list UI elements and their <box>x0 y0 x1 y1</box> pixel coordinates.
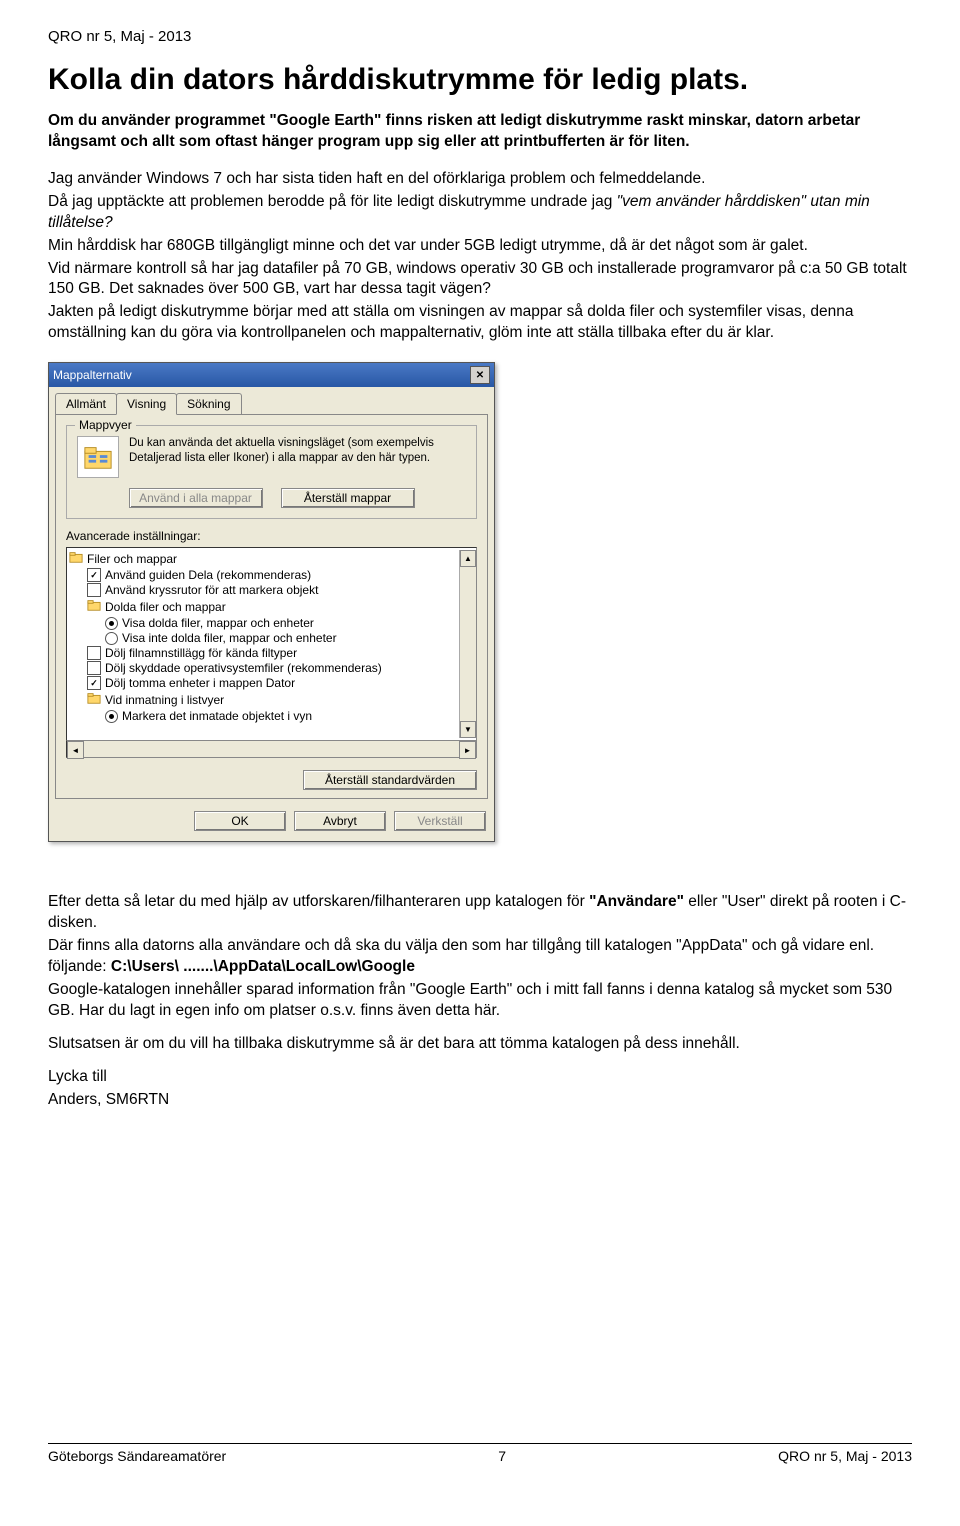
checkbox[interactable] <box>87 676 101 690</box>
lead-paragraph: Om du använder programmet "Google Earth"… <box>48 111 912 153</box>
folder-view-text: Du kan använda det aktuella visningsläge… <box>129 436 466 466</box>
tab-general[interactable]: Allmänt <box>55 393 117 414</box>
checkbox[interactable] <box>87 568 101 582</box>
list-item[interactable]: Använd kryssrutor för att markera objekt <box>69 583 459 598</box>
para-5: Jakten på ledigt diskutrymme börjar med … <box>48 302 912 344</box>
close-icon[interactable]: ✕ <box>470 366 490 384</box>
folder-icon <box>87 598 101 615</box>
lower-para-2: Där finns alla datorns alla användare oc… <box>48 936 912 978</box>
radio[interactable] <box>105 710 118 723</box>
scroll-right-icon[interactable]: ► <box>459 741 476 759</box>
checkbox[interactable] <box>87 583 101 597</box>
list-item-label: Dölj skyddade operativsystemfiler (rekom… <box>105 661 382 675</box>
restore-defaults-button[interactable]: Återställ standardvärden <box>303 770 477 790</box>
scroll-left-icon[interactable]: ◄ <box>67 741 84 759</box>
para-3: Min hårddisk har 680GB tillgängligt minn… <box>48 236 912 257</box>
list-item-label: Använd kryssrutor för att markera objekt <box>105 583 318 597</box>
folder-icon <box>87 691 101 708</box>
lower-para-4: Slutsatsen är om du vill ha tillbaka dis… <box>48 1034 912 1055</box>
checkbox[interactable] <box>87 661 101 675</box>
reset-folders-button[interactable]: Återställ mappar <box>281 488 415 508</box>
list-item[interactable]: Dolda filer och mappar <box>69 598 459 616</box>
list-item-label: Dolda filer och mappar <box>105 600 226 614</box>
tab-search[interactable]: Sökning <box>176 393 241 414</box>
dialog-titlebar: Mappalternativ ✕ <box>49 363 494 387</box>
appdata-path: C:\Users\ .......\AppData\LocalLow\Googl… <box>111 958 415 975</box>
folder-icon <box>69 550 83 567</box>
dialog-title: Mappalternativ <box>53 368 132 382</box>
apply-all-folders-button[interactable]: Använd i alla mappar <box>129 488 263 508</box>
checkbox[interactable] <box>87 646 101 660</box>
folder-options-dialog: Mappalternativ ✕ Allmänt Visning Sökning… <box>48 362 495 842</box>
tab-pane-view: Mappvyer Du kan använda det aktuella vis… <box>55 414 488 799</box>
list-item-label: Dölj filnamnstillägg för kända filtyper <box>105 646 297 660</box>
lower-text: Efter detta så letar du med hjälp av utf… <box>48 892 912 1110</box>
scroll-up-icon[interactable]: ▲ <box>460 550 476 567</box>
horizontal-scrollbar[interactable]: ◄ ► <box>66 741 477 758</box>
list-item[interactable]: Filer och mappar <box>69 550 459 568</box>
lower-para-3: Google-katalogen innehåller sparad infor… <box>48 980 912 1022</box>
list-item-label: Vid inmatning i listvyer <box>105 693 224 707</box>
lower-para-1: Efter detta så letar du med hjälp av utf… <box>48 892 912 934</box>
para-2: Då jag upptäckte att problemen berodde p… <box>48 192 912 234</box>
tab-view[interactable]: Visning <box>116 393 177 415</box>
cancel-button[interactable]: Avbryt <box>294 811 386 831</box>
folder-view-icon <box>77 436 119 478</box>
footer-right: QRO nr 5, Maj - 2013 <box>778 1448 912 1464</box>
list-item-label: Visa dolda filer, mappar och enheter <box>122 616 314 630</box>
footer-left: Göteborgs Sändareamatörer <box>48 1448 226 1464</box>
folder-views-group: Mappvyer Du kan använda det aktuella vis… <box>66 425 477 519</box>
list-item[interactable]: Dölj filnamnstillägg för kända filtyper <box>69 646 459 661</box>
list-item-label: Markera det inmatade objektet i vyn <box>122 709 312 723</box>
list-item[interactable]: Vid inmatning i listvyer <box>69 691 459 709</box>
list-item[interactable]: Visa inte dolda filer, mappar och enhete… <box>69 631 459 646</box>
list-item[interactable]: Dölj skyddade operativsystemfiler (rekom… <box>69 661 459 676</box>
group-label: Mappvyer <box>75 418 136 432</box>
list-item-label: Filer och mappar <box>87 552 177 566</box>
article-title: Kolla din dators hårddiskutrymme för led… <box>48 63 912 97</box>
page-header: QRO nr 5, Maj - 2013 <box>48 28 912 45</box>
advanced-settings-label: Avancerade inställningar: <box>66 529 477 543</box>
list-item-label: Använd guiden Dela (rekommenderas) <box>105 568 311 582</box>
list-item[interactable]: Markera det inmatade objektet i vyn <box>69 709 459 724</box>
list-item[interactable]: Dölj tomma enheter i mappen Dator <box>69 676 459 691</box>
signoff-1: Lycka till <box>48 1067 912 1088</box>
advanced-settings-list[interactable]: Filer och mappar Använd guiden Dela (reko… <box>66 547 477 741</box>
para-4: Vid närmare kontroll så har jag datafile… <box>48 259 912 301</box>
signoff-2: Anders, SM6RTN <box>48 1090 912 1111</box>
page-footer: Göteborgs Sändareamatörer 7 QRO nr 5, Ma… <box>48 1443 912 1464</box>
list-item[interactable]: Visa dolda filer, mappar och enheter <box>69 616 459 631</box>
body-text: Jag använder Windows 7 och har sista tid… <box>48 169 912 344</box>
vertical-scrollbar[interactable]: ▲ ▼ <box>459 550 476 738</box>
radio[interactable] <box>105 632 118 645</box>
dialog-tabs: Allmänt Visning Sökning <box>49 387 494 414</box>
dialog-button-row: OK Avbryt Verkställ <box>49 805 494 841</box>
footer-page-number: 7 <box>498 1448 506 1464</box>
apply-button[interactable]: Verkställ <box>394 811 486 831</box>
para-1: Jag använder Windows 7 och har sista tid… <box>48 169 912 190</box>
list-item-label: Visa inte dolda filer, mappar och enhete… <box>122 631 337 645</box>
scroll-down-icon[interactable]: ▼ <box>460 721 476 738</box>
list-item-label: Dölj tomma enheter i mappen Dator <box>105 676 295 690</box>
radio[interactable] <box>105 617 118 630</box>
ok-button[interactable]: OK <box>194 811 286 831</box>
list-item[interactable]: Använd guiden Dela (rekommenderas) <box>69 568 459 583</box>
